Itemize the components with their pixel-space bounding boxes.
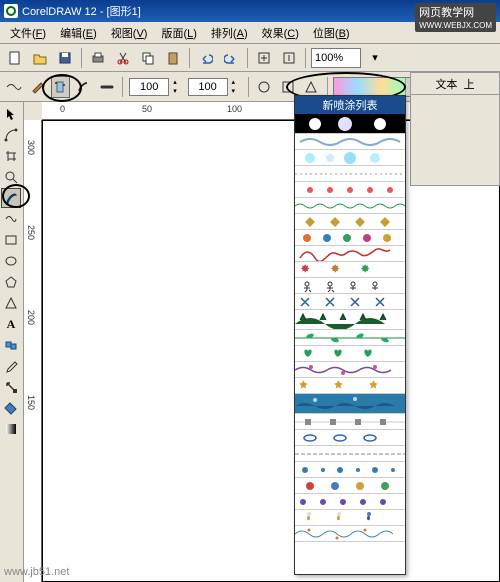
spray-item[interactable] — [295, 134, 405, 150]
print-button[interactable] — [87, 47, 109, 69]
spray-item[interactable] — [295, 346, 405, 362]
spray-item[interactable] — [295, 510, 405, 526]
spray-item[interactable] — [295, 414, 405, 430]
spray-item[interactable] — [295, 430, 405, 446]
spray-item[interactable] — [295, 446, 405, 462]
interactive-blend-tool[interactable] — [1, 335, 21, 355]
standard-toolbar: 100% ▾ — [0, 44, 500, 72]
spray-item[interactable] — [295, 246, 405, 262]
spraylist-dropdown[interactable]: ▾ — [333, 77, 420, 97]
spray-item[interactable] — [295, 478, 405, 494]
copy-button[interactable] — [137, 47, 159, 69]
menu-edit[interactable]: 编辑(E) — [54, 23, 103, 43]
toolbox: A — [0, 102, 24, 582]
menu-file[interactable]: 文件(F) — [4, 23, 52, 43]
size-input-2[interactable] — [188, 78, 228, 96]
calligraphic-button[interactable] — [74, 76, 93, 98]
window-title: CorelDRAW 12 - [图形1] — [22, 3, 141, 19]
basic-shapes-tool[interactable] — [1, 293, 21, 313]
spray-item[interactable] — [295, 150, 405, 166]
ruler-vertical: 300 250 200 150 — [24, 120, 42, 582]
artistic-media-tool[interactable] — [1, 188, 21, 208]
redo-button[interactable] — [220, 47, 242, 69]
shape-tool[interactable] — [1, 125, 21, 145]
save-button[interactable] — [54, 47, 76, 69]
spray-item[interactable] — [295, 182, 405, 198]
zoom-tool[interactable] — [1, 167, 21, 187]
smart-draw-tool[interactable] — [1, 209, 21, 229]
preset-button[interactable] — [4, 76, 23, 98]
spray-item[interactable] — [295, 378, 405, 394]
pick-tool[interactable] — [1, 104, 21, 124]
drawing-canvas[interactable] — [42, 120, 500, 582]
spray-item[interactable] — [295, 494, 405, 510]
spray-item[interactable] — [295, 526, 405, 542]
spraylist-items[interactable] — [295, 114, 405, 574]
spraylist-title: 新喷涂列表 — [295, 96, 405, 114]
spray-item[interactable] — [295, 214, 405, 230]
spray-item[interactable] — [295, 362, 405, 378]
import-button[interactable] — [253, 47, 275, 69]
undo-button[interactable] — [195, 47, 217, 69]
spray-item[interactable] — [295, 114, 405, 134]
text-tool[interactable]: A — [1, 314, 21, 334]
size-input-1[interactable] — [129, 78, 169, 96]
new-button[interactable] — [4, 47, 26, 69]
open-button[interactable] — [29, 47, 51, 69]
spray-item[interactable] — [295, 230, 405, 246]
interactive-fill-tool[interactable] — [1, 419, 21, 439]
spray-item[interactable] — [295, 462, 405, 478]
spray-item[interactable] — [295, 262, 405, 278]
pressure-button[interactable] — [97, 76, 116, 98]
right-docker: 文本 上 — [410, 72, 500, 186]
brush-button[interactable] — [27, 76, 46, 98]
eyedropper-tool[interactable] — [1, 356, 21, 376]
spray-item[interactable] — [295, 278, 405, 294]
sprayer-button[interactable] — [51, 76, 70, 98]
spraylist-preview — [334, 78, 405, 96]
watermark-top: 网页教学网WWW.WEBJX.COM — [415, 3, 496, 32]
spray-item[interactable] — [295, 394, 405, 414]
prop-btn-a[interactable] — [255, 76, 274, 98]
fill-tool[interactable] — [1, 398, 21, 418]
menu-bitmap[interactable]: 位图(B) — [307, 23, 356, 43]
watermark-bottom: www.jb51.net — [4, 566, 69, 578]
rectangle-tool[interactable] — [1, 230, 21, 250]
crop-tool[interactable] — [1, 146, 21, 166]
outline-tool[interactable] — [1, 377, 21, 397]
menu-arrange[interactable]: 排列(A) — [205, 23, 254, 43]
spraylist-panel: 新喷涂列表 — [294, 95, 406, 575]
docker-tabs[interactable]: 文本 上 — [411, 73, 499, 95]
paste-button[interactable] — [162, 47, 184, 69]
zoom-dropdown[interactable]: ▾ — [364, 47, 386, 69]
menu-layout[interactable]: 版面(L) — [155, 23, 202, 43]
spray-item[interactable] — [295, 310, 405, 330]
cut-button[interactable] — [112, 47, 134, 69]
export-button[interactable] — [278, 47, 300, 69]
menu-view[interactable]: 视图(V) — [105, 23, 154, 43]
spray-item[interactable] — [295, 294, 405, 310]
app-icon — [4, 4, 18, 18]
polygon-tool[interactable] — [1, 272, 21, 292]
spray-item[interactable] — [295, 166, 405, 182]
ellipse-tool[interactable] — [1, 251, 21, 271]
spray-item[interactable] — [295, 330, 405, 346]
zoom-level[interactable]: 100% — [311, 48, 361, 68]
spray-item[interactable] — [295, 198, 405, 214]
menu-effects[interactable]: 效果(C) — [256, 23, 305, 43]
